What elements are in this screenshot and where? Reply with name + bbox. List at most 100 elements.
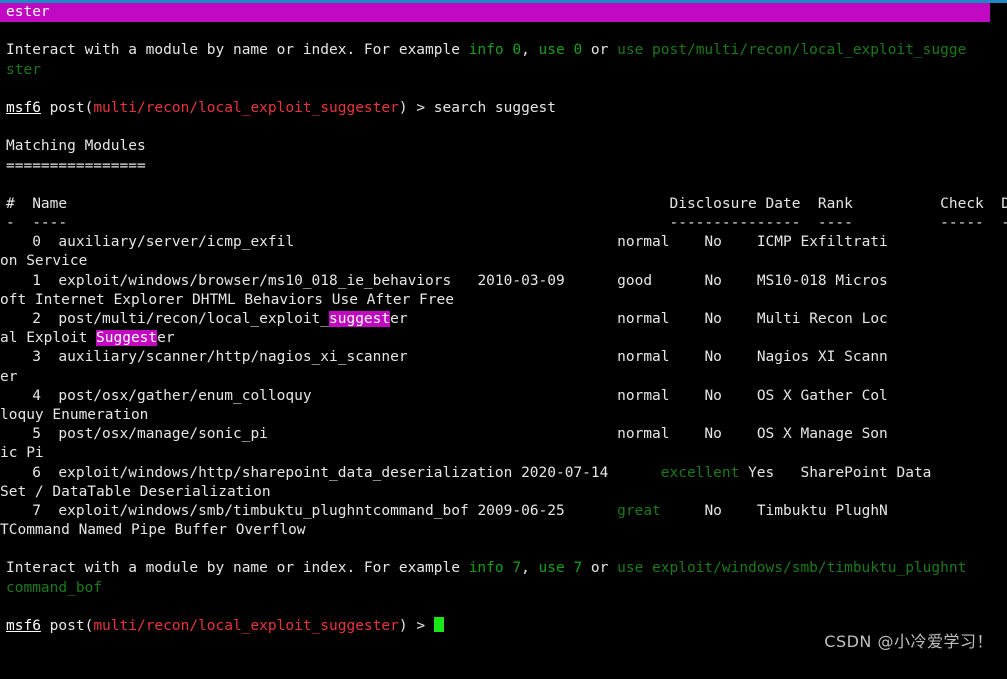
prompt-bottom-context-close: ): [398, 618, 408, 634]
cell-gap: [408, 349, 478, 365]
pad-r-3: [800, 215, 817, 231]
row-check: No: [704, 272, 757, 289]
row-module-name: auxiliary/server/icmp_exfil: [58, 234, 295, 251]
table-row-wrap: on Service: [0, 252, 1007, 271]
row-module-name: exploit/windows/smb/timbuktu_plughntcomm…: [58, 502, 469, 519]
col-head-name: Name: [32, 195, 68, 212]
row-description: Multi Recon Loc: [756, 311, 888, 327]
prompt-top-arrow: >: [407, 99, 434, 116]
prompt-top-module: multi/recon/local_exploit_suggester: [93, 99, 399, 116]
hint-bottom-cmd-info[interactable]: info 7: [469, 560, 521, 576]
table-header-row: # Name Disclosure Date Rank Check Descri…: [0, 195, 1007, 214]
row-rank: normal: [617, 387, 670, 404]
table-row[interactable]: 6 exploit/windows/http/sharepoint_data_d…: [0, 464, 1007, 483]
hint-bottom-line1: Interact with a module by name or index.…: [0, 559, 1007, 578]
row-index: 6: [6, 464, 59, 481]
cell-gap: [670, 349, 705, 365]
row-description-wrap: on Service: [0, 253, 88, 270]
cell-gap: [451, 273, 477, 289]
table-body: 0 auxiliary/server/icmp_exfil normal No …: [0, 233, 1007, 540]
hint-bottom-cmd-use-index[interactable]: use 7: [539, 560, 583, 576]
hint-top-cmd-use-index[interactable]: use 0: [539, 42, 583, 58]
prompt-top-command[interactable]: search suggest: [434, 100, 556, 116]
row-disclosure-date: 2009-06-25: [477, 502, 618, 519]
cell-gap: [408, 311, 478, 327]
hint-bottom-or: or: [582, 560, 618, 577]
col-head-date: Disclosure Date: [669, 195, 801, 212]
prompt-top-user: msf6: [6, 99, 41, 116]
row-index: 2: [6, 311, 59, 327]
table-row[interactable]: 0 auxiliary/server/icmp_exfil normal No …: [0, 233, 1007, 252]
table-row-wrap: al Exploit Suggester: [0, 329, 1007, 348]
row-module-name: post/osx/gather/enum_colloquy: [58, 387, 312, 404]
hint-top-wrap: ster: [6, 61, 41, 78]
pad-h-1: [15, 196, 32, 212]
rule-check: -----: [940, 215, 984, 232]
row-check: No: [704, 387, 757, 404]
table-row[interactable]: 2 post/multi/recon/local_exploit_suggest…: [0, 310, 1007, 329]
table-header-rule-row: - ---- --------------- ---- ----- ------…: [0, 214, 1007, 233]
table-row[interactable]: 7 exploit/windows/smb/timbuktu_plughntco…: [0, 502, 1007, 521]
row-module-name: auxiliary/scanner/http/nagios_xi_scanner: [58, 349, 408, 366]
results-title: Matching Modules: [6, 138, 146, 155]
row-description: OS X Gather Col: [756, 387, 888, 404]
row-description: MS10-018 Micros: [756, 272, 888, 289]
row-description: Nagios XI Scann: [756, 349, 888, 366]
row-index: 1: [6, 272, 59, 289]
row-module-name-tail: er: [390, 311, 408, 327]
cell-gap: [670, 234, 705, 250]
hint-top-cmd-use-path[interactable]: use post/multi/recon/local_exploit_sugge: [617, 42, 966, 58]
col-head-description: Description: [1001, 195, 1007, 212]
row-description: ICMP Exfiltrati: [756, 234, 888, 251]
hint-bottom-cmd-use-path[interactable]: use exploit/windows/smb/timbuktu_plughnt: [617, 560, 966, 576]
search-match-highlight: suggest: [329, 311, 391, 327]
table-row-wrap: TCommand Named Pipe Buffer Overflow: [0, 521, 1007, 540]
table-row-wrap: er: [0, 368, 1007, 387]
row-index: 4: [6, 387, 59, 404]
row-description-wrap: Set / DataTable Deserialization: [0, 483, 271, 500]
table-row[interactable]: 5 post/osx/manage/sonic_pi normal No OS …: [0, 425, 1007, 444]
row-disclosure-date: [477, 311, 617, 327]
rule-description: -----------: [1001, 215, 1007, 231]
row-index: 5: [6, 426, 59, 443]
cell-gap: [670, 388, 705, 404]
row-description: OS X Manage Son: [756, 426, 888, 443]
table-row[interactable]: 4 post/osx/gather/enum_colloquy normal N…: [0, 387, 1007, 406]
text-cursor: [433, 617, 444, 632]
table-row[interactable]: 1 exploit/windows/browser/ms10_018_ie_be…: [0, 272, 1007, 291]
col-head-index: #: [6, 195, 15, 212]
row-rank: great: [617, 502, 661, 519]
cell-gap: [312, 388, 478, 404]
hint-top-cmd-info[interactable]: info 0: [469, 42, 521, 58]
row-index: 0: [6, 234, 59, 251]
cell-gap: [294, 234, 477, 250]
pad-r-1: [15, 215, 32, 231]
row-description-wrap: er: [0, 368, 18, 385]
pad-r-5: [984, 215, 1001, 231]
cell-gap: [512, 465, 521, 481]
table-row-wrap: Set / DataTable Deserialization: [0, 483, 1007, 502]
pad-h-5: [984, 196, 1001, 212]
cell-gap: [739, 465, 748, 481]
row-module-name: exploit/windows/http/sharepoint_data_des…: [58, 464, 513, 481]
cell-gap: [652, 273, 704, 289]
row-module-name: exploit/windows/browser/ms10_018_ie_beha…: [58, 272, 452, 289]
rule-rank: ----: [817, 215, 853, 232]
cell-gap: [268, 426, 478, 442]
row-description-wrap: TCommand Named Pipe Buffer Overflow: [0, 522, 306, 539]
search-selection-text: ester: [6, 4, 50, 20]
row-check: No: [704, 234, 757, 251]
cell-gap: [670, 311, 705, 327]
table-row-wrap: ic Pi: [0, 444, 1007, 463]
row-disclosure-date: 2010-03-09: [477, 272, 618, 289]
col-head-rank: Rank: [817, 195, 853, 212]
table-row[interactable]: 3 auxiliary/scanner/http/nagios_xi_scann…: [0, 348, 1007, 367]
row-rank: good: [617, 272, 653, 289]
table-row-wrap: oft Internet Explorer DHTML Behaviors Us…: [0, 291, 1007, 310]
row-index: 3: [6, 349, 59, 366]
hint-bottom-prefix: Interact with a module by name or index.…: [6, 560, 469, 577]
prompt-top-line[interactable]: msf6 post(multi/recon/local_exploit_sugg…: [0, 99, 1007, 118]
